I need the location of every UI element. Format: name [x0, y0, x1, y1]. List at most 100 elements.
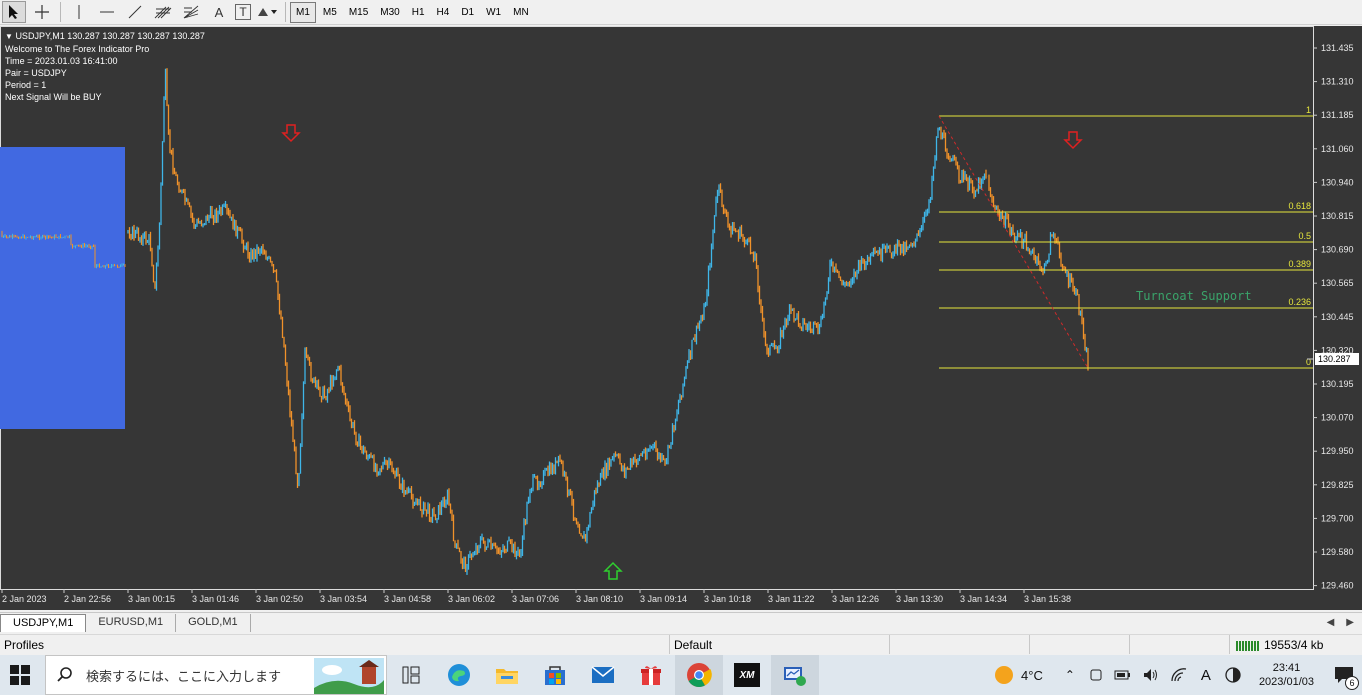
- indicator-info: ▼ USDJPY,M1 130.287 130.287 130.287 130.…: [5, 30, 205, 103]
- taskbar-clock[interactable]: 23:41 2023/01/03: [1247, 661, 1326, 689]
- price-tick-label: 131.435: [1321, 43, 1354, 53]
- ime-mode-icon[interactable]: [1224, 666, 1242, 684]
- windows-taskbar: 検索するには、ここに入力します XM 4°C ⌃ A 23:41 2023/01…: [0, 655, 1362, 695]
- fib-level-label: 0.236: [1288, 297, 1311, 307]
- price-tick-label: 131.310: [1321, 77, 1354, 87]
- crosshair-icon[interactable]: [30, 1, 54, 23]
- connection-status: 19553/4 kb: [1230, 635, 1323, 654]
- task-view-icon[interactable]: [387, 655, 435, 695]
- price-tick-label: 129.700: [1321, 513, 1354, 523]
- metatrader-icon[interactable]: [771, 655, 819, 695]
- chrome-icon[interactable]: [675, 655, 723, 695]
- tab-list: USDJPY,M1 EURUSD,M1 GOLD,M1: [0, 613, 251, 632]
- price-tick-label: 130.195: [1321, 379, 1354, 389]
- status-profiles: Profiles: [0, 635, 670, 654]
- text-icon[interactable]: A: [207, 1, 231, 23]
- vertical-line-icon[interactable]: [67, 1, 91, 23]
- trendline-icon[interactable]: [123, 1, 147, 23]
- volume-icon[interactable]: [1142, 667, 1160, 683]
- toolbar-separator: [285, 2, 286, 22]
- toolbar-separator: [60, 2, 61, 22]
- weather-temp[interactable]: 4°C: [1021, 668, 1043, 683]
- time-tick-label: 3 Jan 00:15: [128, 594, 175, 604]
- chart-tab[interactable]: USDJPY,M1: [0, 614, 87, 632]
- fib-level-label: 1: [1306, 105, 1311, 115]
- tab-scroll-left-icon[interactable]: ◀: [1327, 617, 1335, 628]
- file-explorer-icon[interactable]: [483, 655, 531, 695]
- current-price-label: 130.287: [1318, 354, 1351, 364]
- taskbar-search[interactable]: 検索するには、ここに入力します: [45, 655, 387, 695]
- price-tick-label: 129.460: [1321, 581, 1354, 591]
- time-tick-label: 2 Jan 2023: [2, 594, 47, 604]
- timeframe-mn[interactable]: MN: [508, 2, 534, 23]
- time-tick-label: 3 Jan 13:30: [896, 594, 943, 604]
- sell-arrow-icon: [281, 124, 301, 143]
- timeframe-m5[interactable]: M5: [318, 2, 342, 23]
- time-tick-label: 3 Jan 09:14: [640, 594, 687, 604]
- search-highlight-icon: [314, 658, 384, 694]
- fibonacci-fan-icon[interactable]: [179, 1, 203, 23]
- chart-tab[interactable]: EURUSD,M1: [86, 614, 177, 632]
- tab-scroll-right-icon[interactable]: ▶: [1346, 617, 1354, 628]
- sell-arrow-icon: [1063, 131, 1083, 150]
- clock-time: 23:41: [1272, 662, 1301, 674]
- notification-center[interactable]: 6: [1326, 655, 1362, 695]
- wifi-icon[interactable]: [1170, 667, 1188, 683]
- time-tick-label: 3 Jan 01:46: [192, 594, 239, 604]
- indicator-panel: [0, 147, 125, 429]
- gift-icon[interactable]: [627, 655, 675, 695]
- price-tick-label: 130.565: [1321, 278, 1354, 288]
- price-tick-label: 129.825: [1321, 480, 1354, 490]
- indicator-line: Pair = USDJPY: [5, 68, 67, 78]
- chart-tab[interactable]: GOLD,M1: [176, 614, 251, 632]
- edge-icon[interactable]: [435, 655, 483, 695]
- search-icon: [57, 667, 72, 682]
- price-tick-label: 130.070: [1321, 413, 1354, 423]
- timeframe-h1[interactable]: H1: [407, 2, 430, 23]
- windows-start-icon[interactable]: [10, 665, 30, 688]
- meet-now-icon[interactable]: [1088, 667, 1104, 683]
- chart-canvas: 131.435 131.310 131.185 131.060 130.940 130.8…: [0, 26, 1359, 604]
- timeframe-m30[interactable]: M30: [375, 2, 404, 23]
- connection-bars-icon: [1236, 640, 1259, 651]
- battery-icon[interactable]: [1114, 668, 1132, 682]
- notification-count: 6: [1345, 676, 1359, 690]
- system-tray: 4°C ⌃ A 23:41 2023/01/03 6: [993, 655, 1362, 695]
- timeframe-d1[interactable]: D1: [456, 2, 479, 23]
- timeframe-w1[interactable]: W1: [481, 2, 506, 23]
- text-label-icon[interactable]: T: [235, 4, 251, 20]
- indicator-line: Time = 2023.01.03 16:41:00: [5, 56, 118, 66]
- time-tick-label: 3 Jan 04:58: [384, 594, 431, 604]
- indicator-lines: Welcome to The Forex Indicator Pro Time =…: [5, 43, 205, 103]
- chart-header: ▼ USDJPY,M1 130.287 130.287 130.287 130.…: [5, 31, 205, 41]
- chart-toolbar: A T M1 M5 M15 M30 H1 H4 D1 W1 MN: [0, 0, 1362, 25]
- timeframe-m15[interactable]: M15: [344, 2, 373, 23]
- fibonacci-channel-icon[interactable]: [151, 1, 175, 23]
- arrows-icon[interactable]: [255, 1, 279, 23]
- time-tick-label: 3 Jan 02:50: [256, 594, 303, 604]
- timeframe-selector: M1 M5 M15 M30 H1 H4 D1 W1 MN: [290, 1, 534, 23]
- timeframe-h4[interactable]: H4: [432, 2, 455, 23]
- horizontal-line-icon[interactable]: [95, 1, 119, 23]
- time-tick-label: 3 Jan 10:18: [704, 594, 751, 604]
- tab-scroll: ◀ ▶: [1327, 617, 1362, 628]
- store-icon[interactable]: [531, 655, 579, 695]
- xm-icon[interactable]: XM: [723, 655, 771, 695]
- price-tick-label: 129.950: [1321, 446, 1354, 456]
- ime-indicator[interactable]: A: [1201, 667, 1211, 684]
- fib-level-label: 0.5: [1298, 231, 1311, 241]
- xm-label: XM: [734, 663, 760, 687]
- price-tick-label: 130.940: [1321, 177, 1354, 187]
- indicator-line: Period = 1: [5, 80, 47, 90]
- symbol-quote: USDJPY,M1 130.287 130.287 130.287 130.28…: [15, 31, 205, 41]
- timeframe-m1[interactable]: M1: [290, 1, 316, 23]
- cursor-icon[interactable]: [2, 1, 26, 23]
- time-tick-label: 3 Jan 14:34: [960, 594, 1007, 604]
- time-tick-label: 3 Jan 06:02: [448, 594, 495, 604]
- time-tick-label: 3 Jan 12:26: [832, 594, 879, 604]
- weather-icon[interactable]: [993, 664, 1015, 686]
- chevron-up-icon[interactable]: ⌃: [1065, 668, 1075, 682]
- support-label: Turncoat Support: [1136, 289, 1252, 303]
- price-chart[interactable]: 131.435 131.310 131.185 131.060 130.940 130.8…: [0, 26, 1362, 610]
- mail-icon[interactable]: [579, 655, 627, 695]
